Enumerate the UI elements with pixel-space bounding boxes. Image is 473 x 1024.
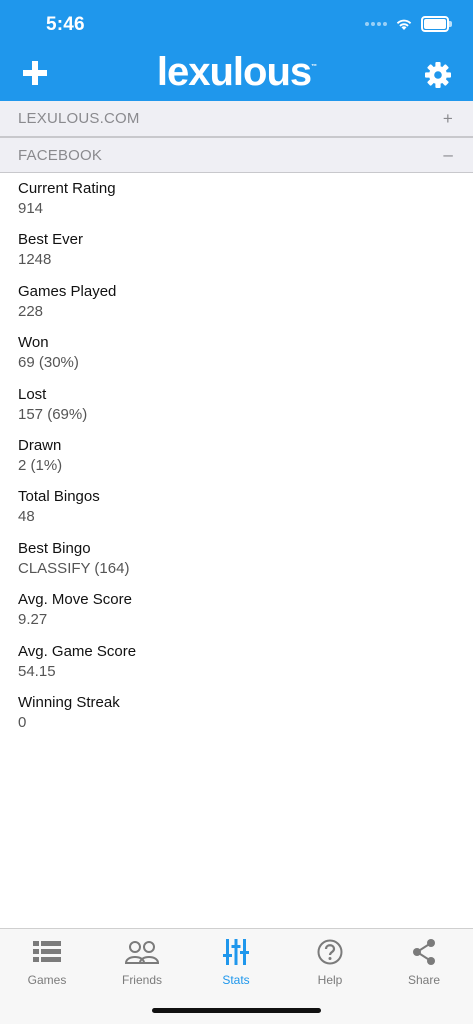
app-header: 5:46 lexulous™ bbox=[0, 0, 473, 101]
battery-icon bbox=[421, 16, 452, 32]
stat-label: Drawn bbox=[18, 436, 62, 454]
trademark-mark: ™ bbox=[311, 64, 317, 70]
stat-value: 69 (30%) bbox=[18, 354, 79, 372]
tab-label: Share bbox=[407, 973, 441, 987]
stat-won: Won 69 (30%) bbox=[18, 328, 458, 379]
tab-label: Friends bbox=[121, 973, 162, 987]
tab-label: Games bbox=[27, 973, 67, 987]
stat-label: Total Bingos bbox=[18, 488, 100, 506]
logo-text: lexulous bbox=[156, 50, 312, 94]
signal-icon bbox=[365, 22, 387, 26]
stat-avg-move-score: Avg. Move Score 9.27 bbox=[18, 585, 458, 636]
app-logo: lexulous™ bbox=[0, 50, 473, 95]
stat-best-ever: Best Ever 1248 bbox=[18, 225, 458, 276]
help-icon bbox=[317, 939, 343, 965]
stat-value: 54.15 bbox=[18, 662, 56, 680]
stat-value: CLASSIFY (164) bbox=[18, 559, 130, 577]
list-icon bbox=[33, 941, 61, 962]
expand-toggle[interactable]: + bbox=[443, 109, 453, 129]
stat-label: Lost bbox=[18, 385, 47, 403]
tab-share[interactable]: Share bbox=[377, 937, 471, 987]
stat-label: Current Rating bbox=[18, 180, 116, 197]
stat-total-bingos: Total Bingos 48 bbox=[18, 482, 458, 533]
stat-value: 1248 bbox=[18, 251, 52, 269]
stat-best-bingo: Best Bingo CLASSIFY (164) bbox=[18, 534, 458, 585]
section-lexulous-com[interactable]: LEXULOUS.COM + bbox=[0, 101, 473, 137]
share-icon bbox=[413, 939, 435, 965]
section-facebook[interactable]: FACEBOOK – bbox=[0, 137, 473, 173]
section-title: FACEBOOK bbox=[18, 146, 103, 164]
collapse-toggle[interactable]: – bbox=[443, 145, 453, 165]
stat-label: Best Bingo bbox=[18, 539, 91, 557]
stat-current-rating: Current Rating 914 bbox=[18, 174, 458, 225]
stat-label: Winning Streak bbox=[18, 693, 120, 711]
sliders-icon bbox=[223, 939, 249, 965]
tab-stats[interactable]: Stats bbox=[189, 937, 283, 987]
section-title: LEXULOUS.COM bbox=[18, 110, 140, 127]
settings-button[interactable] bbox=[425, 62, 451, 88]
stat-value: 914 bbox=[18, 200, 44, 217]
friends-icon bbox=[125, 941, 159, 964]
stat-label: Won bbox=[18, 334, 49, 352]
stat-avg-game-score: Avg. Game Score 54.15 bbox=[18, 637, 458, 688]
tab-games[interactable]: Games bbox=[0, 937, 94, 987]
stat-value: 48 bbox=[18, 508, 35, 526]
status-time: 5:46 bbox=[46, 14, 85, 35]
home-indicator[interactable] bbox=[152, 1008, 321, 1013]
stat-value: 0 bbox=[18, 713, 27, 731]
tab-label: Help bbox=[317, 973, 343, 987]
stat-value: 9.27 bbox=[18, 611, 48, 629]
stat-label: Best Ever bbox=[18, 231, 84, 249]
status-indicators bbox=[365, 16, 452, 32]
stat-value: 157 (69%) bbox=[18, 405, 88, 423]
wifi-icon bbox=[396, 19, 412, 30]
stat-lost: Lost 157 (69%) bbox=[18, 380, 458, 431]
stat-value: 228 bbox=[18, 302, 44, 320]
stat-games-played: Games Played 228 bbox=[18, 277, 458, 328]
tab-friends[interactable]: Friends bbox=[95, 937, 189, 987]
stat-label: Avg. Game Score bbox=[18, 642, 137, 660]
stat-drawn: Drawn 2 (1%) bbox=[18, 431, 458, 482]
tab-help[interactable]: Help bbox=[283, 937, 377, 987]
stat-value: 2 (1%) bbox=[18, 456, 63, 474]
stat-winning-streak: Winning Streak 0 bbox=[18, 688, 458, 739]
stats-list: Current Rating 914 Best Ever 1248 Games … bbox=[18, 174, 458, 739]
tab-label: Stats bbox=[222, 973, 250, 987]
stat-label: Games Played bbox=[18, 282, 117, 300]
stat-label: Avg. Move Score bbox=[18, 591, 132, 609]
